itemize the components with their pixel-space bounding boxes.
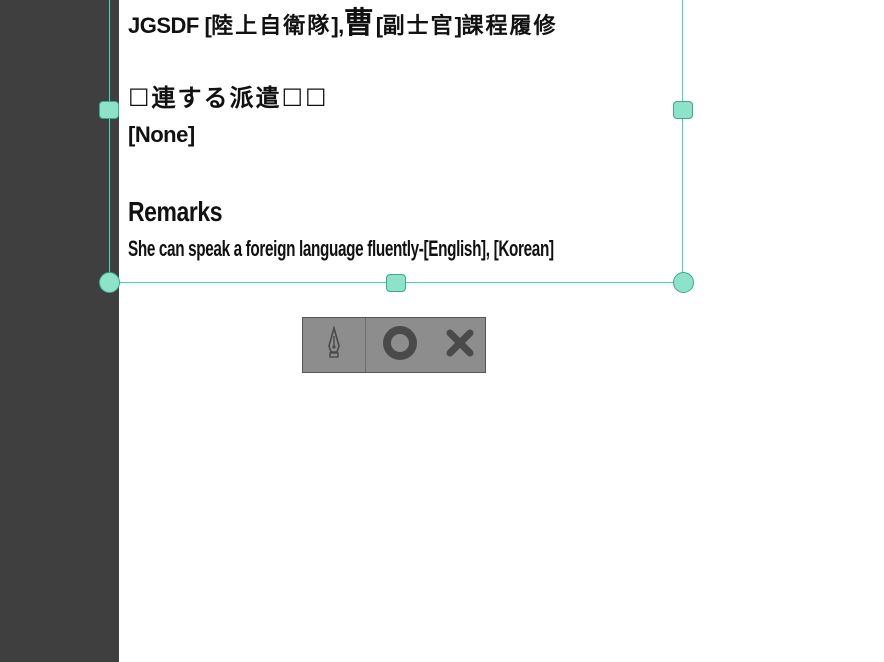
resize-handle-right[interactable]	[673, 101, 693, 119]
resize-handle-bottom[interactable]	[386, 274, 406, 292]
resize-handle-bottom-right[interactable]	[673, 272, 694, 293]
qualification-prefix: JGSDF [	[128, 13, 212, 38]
remarks-heading: Remarks	[128, 196, 223, 227]
qualification-rank-char: 曹	[343, 6, 376, 41]
qualification-line: JGSDF [陸上自衛隊], 曹 [副士官] 課程履修	[128, 6, 557, 45]
resize-handle-bottom-left[interactable]	[99, 272, 120, 293]
qualification-bracket-open: [	[375, 13, 383, 38]
remarks-value: She can speak a foreign language fluentl…	[128, 236, 554, 261]
qualification-rank-detail: 副士官	[382, 14, 455, 39]
remarks-heading-wrap: Remarks	[128, 194, 243, 230]
dispatch-heading: ☐連する派遣☐☐	[128, 84, 329, 112]
edit-toolbar	[302, 317, 486, 373]
close-icon	[445, 328, 475, 362]
qualification-course: 課程履修	[461, 14, 558, 39]
dispatch-value: [None]	[128, 122, 195, 147]
resize-handle-left[interactable]	[99, 101, 119, 119]
circle-icon	[382, 325, 418, 365]
left-panel	[0, 0, 119, 662]
dispatch-value-wrap: [None]	[128, 118, 195, 153]
circle-button[interactable]	[366, 318, 436, 372]
qualification-org: 陸上自衛隊	[211, 14, 332, 39]
remarks-value-wrap: She can speak a foreign language fluentl…	[128, 232, 741, 267]
qualification-mid: ],	[331, 13, 344, 38]
close-button[interactable]	[435, 318, 485, 372]
pen-nib-icon	[326, 325, 342, 364]
pen-button[interactable]	[303, 318, 366, 372]
